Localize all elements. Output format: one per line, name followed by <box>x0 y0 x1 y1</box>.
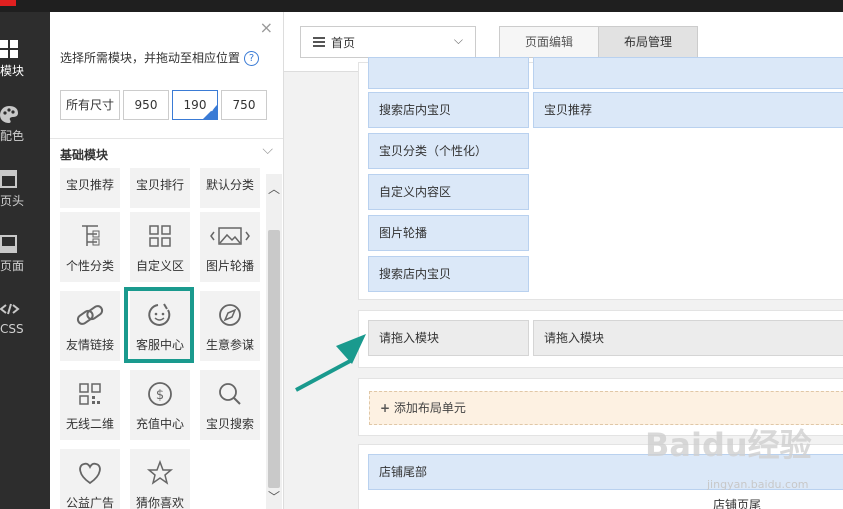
rail-item-css[interactable]: CSS <box>0 290 50 350</box>
rail-label: 页面 <box>0 259 25 273</box>
rail-label: 配色 <box>0 129 25 143</box>
module-tile-friend-links[interactable]: 友情链接 <box>60 291 120 361</box>
module-item[interactable] <box>368 57 529 89</box>
module-tile-mobile-qrcode[interactable]: 无线二维 <box>60 370 120 440</box>
scrollbar-thumb[interactable] <box>268 230 280 488</box>
module-item[interactable]: 搜索店内宝贝 <box>368 92 529 128</box>
rail-label: 模块 <box>0 64 25 78</box>
divider <box>50 138 283 139</box>
add-unit-label: 添加布局单元 <box>393 401 466 415</box>
module-item[interactable]: 宝贝推荐 <box>533 92 843 128</box>
size-950-button[interactable]: 950 <box>123 90 169 120</box>
layout-unit-1: 搜索店内宝贝 宝贝推荐 宝贝分类（个性化） 自定义内容区 图片轮播 搜索店内宝贝 <box>358 57 843 300</box>
dollar-icon: $ <box>148 382 172 406</box>
rail-item-header[interactable]: 页头 <box>0 160 50 220</box>
menu-icon <box>313 37 325 47</box>
module-tile-image-carousel[interactable]: 图片轮播 <box>200 212 260 282</box>
module-tile-ranking[interactable]: 宝贝排行 <box>130 168 190 208</box>
brand-strip <box>0 0 16 6</box>
rail-label: CSS <box>0 322 24 336</box>
drop-zone-left[interactable]: 请拖入模块 <box>368 320 529 356</box>
tab-layout-manage[interactable]: 布局管理 <box>598 26 698 58</box>
page-icon <box>0 235 17 253</box>
module-tile-guess-you-like[interactable]: 猜你喜欢 <box>130 449 190 509</box>
tile-label: 无线二维 <box>65 417 114 431</box>
module-tile-custom-area[interactable]: 自定义区 <box>130 212 190 282</box>
svg-text:$: $ <box>156 388 164 403</box>
tab-page-edit[interactable]: 页面编辑 <box>499 26 599 58</box>
scroll-down-icon[interactable]: ﹀ <box>266 488 282 505</box>
module-tile-default-category[interactable]: 默认分类 <box>200 168 260 208</box>
heart-icon <box>79 462 101 485</box>
section-title: 基础模块 <box>60 148 109 162</box>
module-item[interactable]: 自定义内容区 <box>368 174 529 210</box>
rail-item-modules[interactable]: 模块 <box>0 30 50 90</box>
highlight-box <box>124 287 194 363</box>
scroll-up-icon[interactable]: ︿ <box>266 180 282 197</box>
close-icon[interactable]: × <box>260 20 273 36</box>
qrcode-icon <box>79 383 101 405</box>
drop-zone-right[interactable]: 请拖入模块 <box>533 320 843 356</box>
rail-item-colors[interactable]: 配色 <box>0 95 50 155</box>
search-icon <box>219 383 241 405</box>
selected-check-icon <box>202 104 218 120</box>
footer-label: 店铺页尾 <box>713 498 762 509</box>
module-tile-charity-ad[interactable]: 公益广告 <box>60 449 120 509</box>
star-icon <box>146 459 174 485</box>
module-panel: × 选择所需模块，并拖动至相应位置? 所有尺寸 950 190 750 基础模块… <box>50 12 284 509</box>
compass-icon <box>219 304 241 326</box>
panel-hint: 选择所需模块，并拖动至相应位置? <box>60 49 260 66</box>
watermark-sub: jingyan.baidu.com <box>707 478 809 491</box>
grid-icon <box>0 40 18 58</box>
window-top-bar <box>0 0 843 12</box>
rail-item-page[interactable]: 页面 <box>0 225 50 285</box>
page-select-value: 首页 <box>331 36 356 50</box>
help-icon[interactable]: ? <box>244 51 260 66</box>
tile-label: 公益广告 <box>65 496 114 509</box>
watermark-logo: Baidu经验 <box>645 426 812 464</box>
module-item[interactable]: 搜索店内宝贝 <box>368 256 529 292</box>
module-item[interactable]: 图片轮播 <box>368 215 529 251</box>
tile-label: 宝贝排行 <box>135 178 184 192</box>
module-item[interactable]: 宝贝分类（个性化） <box>368 133 529 169</box>
image-carousel-icon <box>210 227 250 245</box>
chevron-down-icon: ⌵ <box>453 33 463 47</box>
left-rail: 模块 配色 页头 页面 CSS <box>0 12 50 509</box>
module-tile-recharge[interactable]: $ 充值中心 <box>130 370 190 440</box>
size-190-button[interactable]: 190 <box>172 90 218 120</box>
tile-label: 宝贝搜索 <box>205 417 254 431</box>
page-select[interactable]: 首页 ⌵ <box>300 26 476 58</box>
module-tile-recommend[interactable]: 宝贝推荐 <box>60 168 120 208</box>
module-tile-business-advisor[interactable]: 生意参谋 <box>200 291 260 361</box>
tile-label: 充值中心 <box>135 417 184 431</box>
layout-unit-2: 请拖入模块 请拖入模块 <box>358 310 843 368</box>
tile-label: 个性分类 <box>65 259 114 273</box>
tile-label: 自定义区 <box>135 259 184 273</box>
palette-icon <box>0 106 18 123</box>
plus-icon: + <box>380 401 391 415</box>
tile-label: 宝贝推荐 <box>65 178 114 192</box>
link-icon <box>76 305 104 325</box>
hint-text: 选择所需模块，并拖动至相应位置 <box>60 51 241 65</box>
module-item[interactable] <box>533 57 843 89</box>
tile-label: 图片轮播 <box>205 259 254 273</box>
tile-label: 猜你喜欢 <box>135 496 184 509</box>
grid-icon <box>149 225 171 247</box>
tile-label: 生意参谋 <box>205 338 254 352</box>
size-750-button[interactable]: 750 <box>221 90 267 120</box>
tile-label: 默认分类 <box>205 178 254 192</box>
tree-icon <box>82 225 100 246</box>
size-all-button[interactable]: 所有尺寸 <box>60 90 120 120</box>
module-tile-product-search[interactable]: 宝贝搜索 <box>200 370 260 440</box>
rail-label: 页头 <box>0 194 25 208</box>
code-icon <box>0 303 20 315</box>
header-icon <box>0 170 17 188</box>
tile-label: 友情链接 <box>65 338 114 352</box>
chevron-down-icon[interactable]: ⌵ <box>262 142 273 158</box>
module-tile-custom-category[interactable]: 个性分类 <box>60 212 120 282</box>
